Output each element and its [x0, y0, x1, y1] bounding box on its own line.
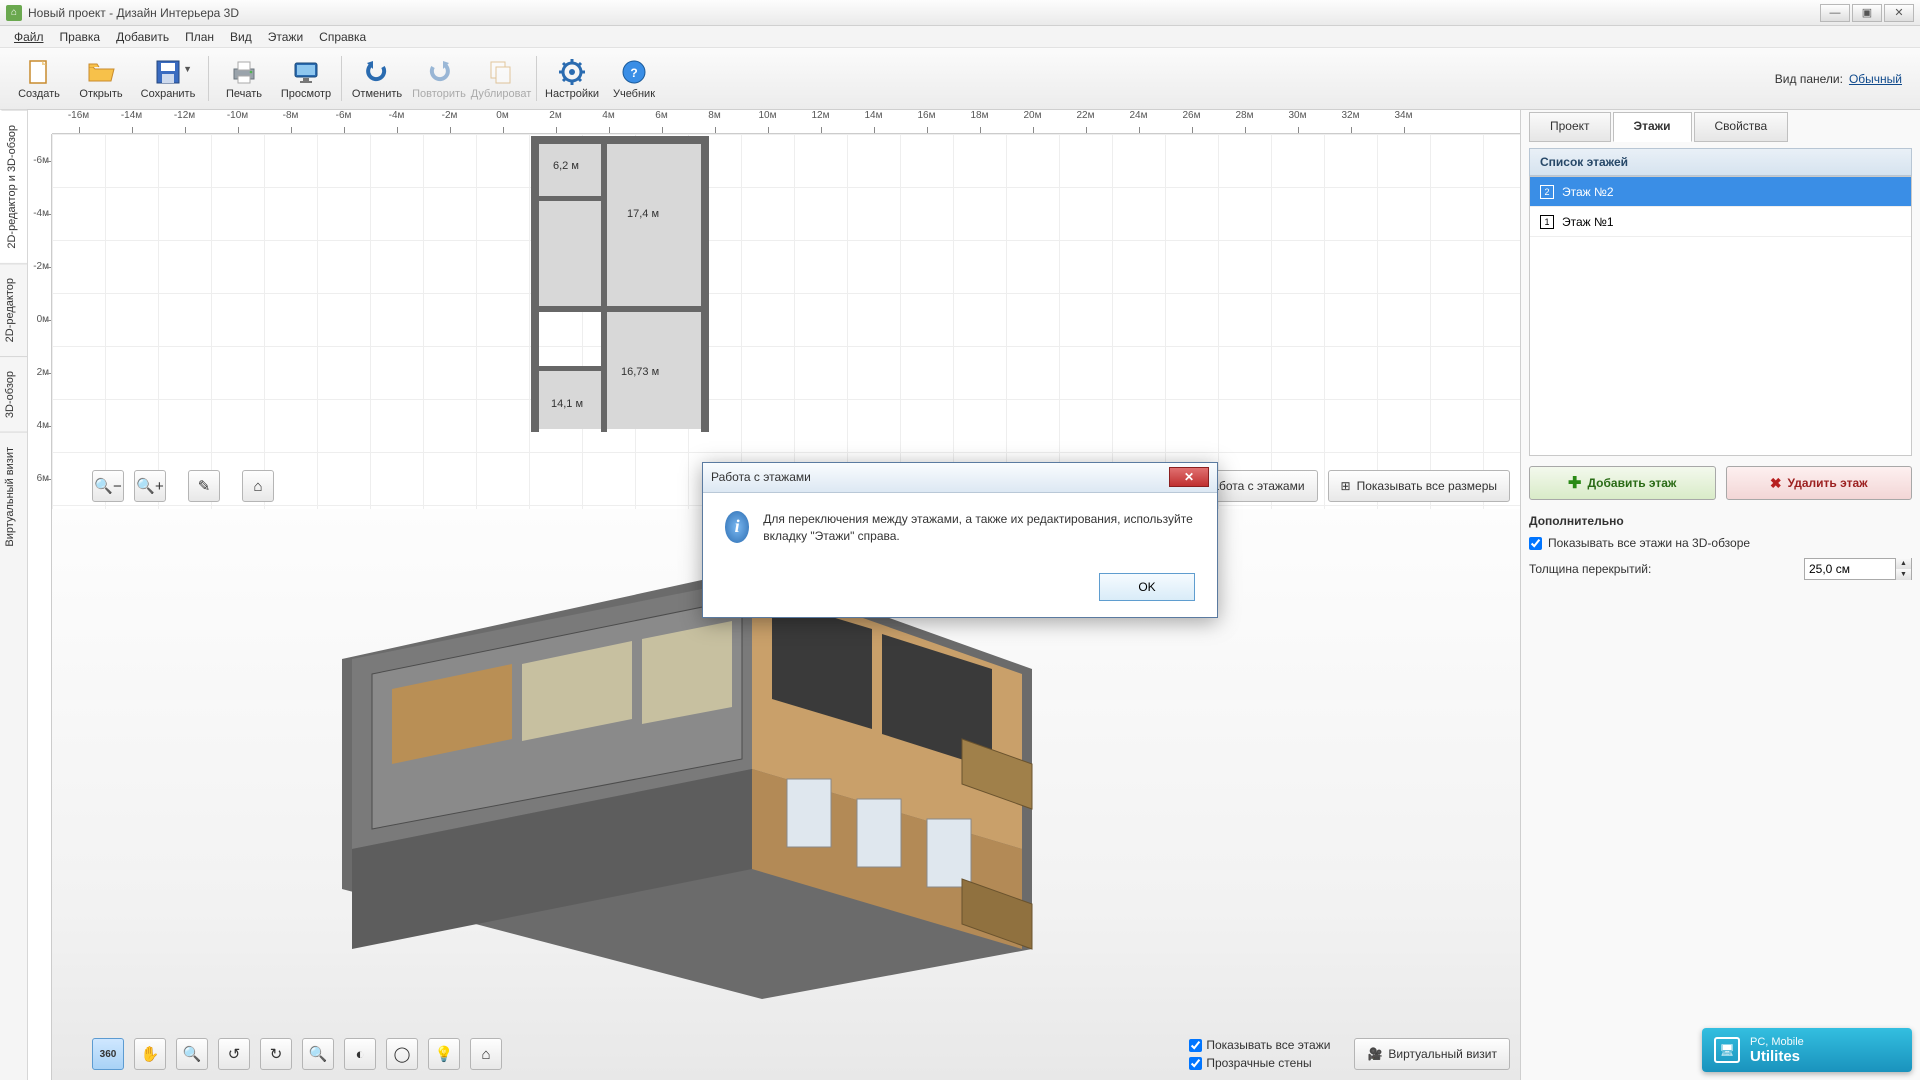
dialog-text: Для переключения между этажами, а также …	[763, 511, 1195, 546]
dialog-ok-button[interactable]: OK	[1099, 573, 1195, 601]
dialog-title: Работа с этажами	[711, 470, 811, 484]
dialog-close-button[interactable]: ✕	[1169, 467, 1209, 487]
modal-overlay: Работа с этажами ✕ i Для переключения ме…	[0, 0, 1920, 1080]
info-icon: i	[725, 511, 749, 543]
dialog-floors-info: Работа с этажами ✕ i Для переключения ме…	[702, 462, 1218, 619]
